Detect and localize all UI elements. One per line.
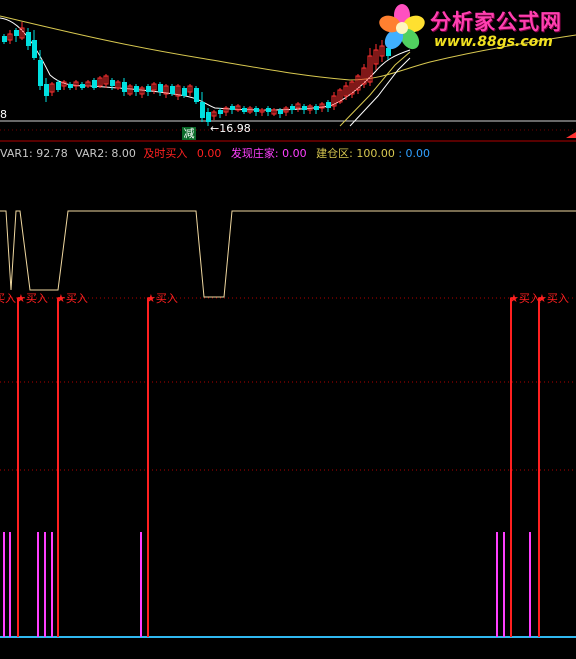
buy-signal-label: ★买入 (146, 292, 178, 305)
trend-line-2 (349, 57, 411, 127)
buy-signal-label: ★买入 (537, 292, 569, 305)
chart-canvas: ★买入★买入★买入★买入★买入买入 (0, 15, 576, 638)
indicator-status-bar: VAR1: 92.78 VAR2: 8.00 及时买入 0.00 发现庄家: 0… (0, 145, 431, 160)
candle-body (80, 84, 85, 88)
var2-label: VAR2: (75, 147, 108, 160)
candle-body (290, 106, 295, 110)
candle-body (158, 84, 163, 92)
zhuang-value: 0.00 (282, 147, 307, 160)
buy-value: 0.00 (196, 147, 222, 160)
candle-body (32, 40, 37, 58)
buy-label: 及时买入 (143, 147, 188, 160)
logo-title: 分析家公式网 (430, 10, 562, 34)
candle-body (14, 30, 19, 36)
var1-value: 92.78 (36, 147, 68, 160)
logo-url: www.88gs.com (434, 34, 553, 50)
buy-signal-label: ★买入 (16, 292, 48, 305)
low-price-value: 16.98 (219, 122, 251, 135)
candle-body (302, 106, 307, 110)
arrow-left-icon: ← (210, 122, 220, 135)
candle-body (206, 112, 211, 122)
candle-body (218, 110, 223, 114)
candle-body (26, 32, 31, 46)
candle-body (242, 108, 247, 112)
jiancang-line (0, 210, 576, 298)
candle-body (278, 110, 283, 114)
zhuang-label: 发现庄家: (230, 147, 279, 160)
candle-body (200, 102, 205, 118)
candle-body (182, 88, 187, 96)
jiancang-extra: : 0.00 (398, 147, 431, 160)
var2-value: 8.00 (111, 147, 136, 160)
candle-body (170, 86, 175, 94)
flower-icon (379, 4, 425, 50)
scroll-arrow-icon (566, 132, 576, 138)
candle-body (110, 80, 115, 86)
candle-body (314, 106, 319, 110)
jiancang-value: 100.00 (356, 147, 395, 160)
candle-body (266, 108, 271, 112)
candle-body (254, 108, 259, 112)
jiancang-label: 建仓区: (316, 147, 353, 160)
candle-body (92, 80, 97, 88)
candle-body (2, 36, 7, 42)
candle-body (194, 88, 199, 102)
candle-body (44, 84, 49, 96)
buy-signal-label: ★买入 (56, 292, 88, 305)
candle-body (68, 84, 73, 88)
candle-body (230, 106, 235, 110)
low-price-label: ←16.98 (210, 122, 251, 135)
candle-body (326, 102, 331, 108)
candle-body (134, 86, 139, 92)
candle-body (122, 82, 127, 92)
site-logo: 分析家公式网 www.88gs.com (374, 2, 574, 54)
left-scale-label: 8 (0, 108, 7, 121)
candle-body (146, 86, 151, 92)
candle-body (56, 82, 61, 90)
buy-signal-label: 买入 (0, 292, 16, 305)
var1-label: VAR1: (0, 147, 33, 160)
candle-body (38, 60, 43, 86)
reduce-marker: 减 (182, 127, 196, 140)
indicator-panel: ★买入★买入★买入★买入★买入买入 (0, 210, 576, 638)
